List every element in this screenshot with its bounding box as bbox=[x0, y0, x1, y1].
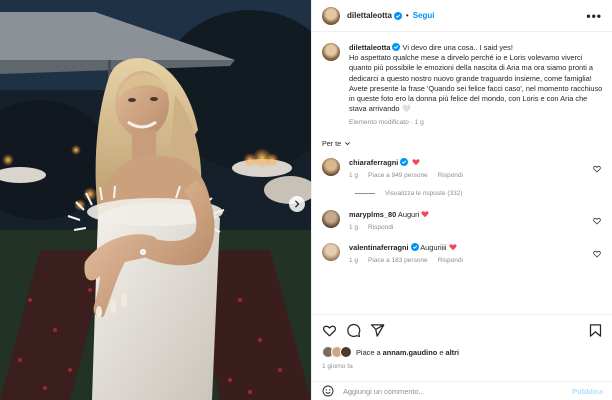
heart-icon[interactable] bbox=[322, 323, 337, 338]
caption-text: Vi devo dire una cosa.. I said yes! Ho a… bbox=[349, 43, 603, 114]
comment-icon[interactable] bbox=[346, 323, 361, 338]
reply-button[interactable]: Rispondi bbox=[438, 171, 463, 181]
likes-middle: e bbox=[437, 347, 446, 357]
comment-text: Auguri bbox=[397, 209, 420, 219]
likes-others-link[interactable]: altri bbox=[446, 348, 460, 357]
author-avatar[interactable] bbox=[322, 6, 340, 25]
comment-filter-label: Per te bbox=[322, 138, 342, 148]
replies-divider bbox=[355, 192, 375, 194]
commenter-username[interactable]: valentinaferragni bbox=[349, 243, 409, 252]
likes-prefix: Piace a bbox=[356, 347, 381, 357]
engagement-photo bbox=[0, 0, 311, 400]
post-side-panel: dilettaleotta • Segui ••• dilettaleotta … bbox=[311, 0, 612, 400]
view-replies-label: Visualizza le risposte (332) bbox=[385, 189, 463, 197]
comment-text: Auguriiii bbox=[420, 242, 447, 252]
likes-summary: Piace a annam.gaudino e altri bbox=[322, 346, 603, 358]
instagram-post: dilettaleotta • Segui ••• dilettaleotta … bbox=[0, 0, 612, 400]
comment-item: maryplms_80 Auguri 1 g Rispondi bbox=[322, 209, 603, 233]
comment-time: 1 g bbox=[349, 223, 359, 231]
carousel-next-button[interactable] bbox=[289, 196, 305, 212]
verified-badge-icon bbox=[400, 157, 409, 166]
commenter-avatar[interactable] bbox=[322, 157, 340, 176]
post-caption: dilettaleotta Vi devo dire una cosa.. I … bbox=[322, 43, 603, 129]
post-time: 1 giorno fa bbox=[322, 363, 353, 370]
verified-badge-icon bbox=[393, 11, 402, 20]
post-header: dilettaleotta • Segui ••• bbox=[312, 0, 612, 32]
post-photo[interactable] bbox=[0, 0, 311, 400]
red-heart-emoji bbox=[412, 158, 420, 166]
commenter-avatar[interactable] bbox=[322, 242, 340, 261]
author-username[interactable]: dilettaleotta bbox=[347, 11, 392, 20]
caption-meta: Elemento modificato · 1 g bbox=[349, 119, 424, 127]
comment-likes-count[interactable]: Piace a 949 persone bbox=[368, 171, 428, 181]
comment-like-heart-icon[interactable] bbox=[593, 165, 601, 173]
comment-item: valentinaferragni Auguriiii 1 g Piace a … bbox=[322, 242, 603, 266]
caption-author-avatar[interactable] bbox=[322, 43, 340, 61]
verified-badge-icon bbox=[410, 242, 419, 251]
caption-username[interactable]: dilettaleotta bbox=[349, 43, 390, 52]
commenter-avatar[interactable] bbox=[322, 209, 340, 228]
comment-like-heart-icon[interactable] bbox=[593, 217, 601, 225]
emoji-icon[interactable] bbox=[322, 385, 334, 397]
publish-button[interactable]: Pubblica bbox=[572, 387, 603, 396]
commenter-username[interactable]: maryplms_80 bbox=[349, 210, 396, 219]
bookmark-icon[interactable] bbox=[588, 323, 603, 338]
comment-time: 1 g bbox=[349, 256, 359, 264]
reply-button[interactable]: Rispondi bbox=[368, 223, 393, 233]
comments-area[interactable]: dilettaleotta Vi devo dire una cosa.. I … bbox=[312, 33, 612, 314]
view-replies-button[interactable]: Visualizza le risposte (332) bbox=[355, 190, 603, 197]
red-heart-emoji bbox=[421, 210, 429, 218]
comment-item: chiaraferragni 1 g Piace a 949 persone R… bbox=[322, 157, 603, 181]
add-comment-bar: Pubblica bbox=[312, 381, 612, 400]
commenter-username[interactable]: chiaraferragni bbox=[349, 158, 398, 167]
comment-likes-count[interactable]: Piace a 183 persone bbox=[368, 256, 428, 266]
likers-avatars[interactable] bbox=[322, 346, 352, 358]
chevron-right-icon bbox=[295, 200, 300, 208]
comment-time: 1 g bbox=[349, 171, 359, 179]
reply-button[interactable]: Rispondi bbox=[438, 256, 463, 266]
comment-input[interactable] bbox=[343, 386, 573, 396]
liker-username[interactable]: annam.gaudino bbox=[383, 348, 438, 357]
post-actions: Piace a annam.gaudino e altri 1 giorno f… bbox=[312, 314, 612, 370]
chevron-down-icon bbox=[345, 141, 351, 145]
follow-button[interactable]: Segui bbox=[413, 11, 435, 20]
separator-dot: • bbox=[405, 11, 409, 20]
more-options-button[interactable]: ••• bbox=[586, 10, 602, 22]
red-heart-emoji bbox=[448, 243, 457, 251]
comment-filter-dropdown[interactable]: Per te bbox=[322, 139, 603, 148]
comment-like-heart-icon[interactable] bbox=[593, 250, 601, 258]
share-icon[interactable] bbox=[370, 323, 385, 338]
